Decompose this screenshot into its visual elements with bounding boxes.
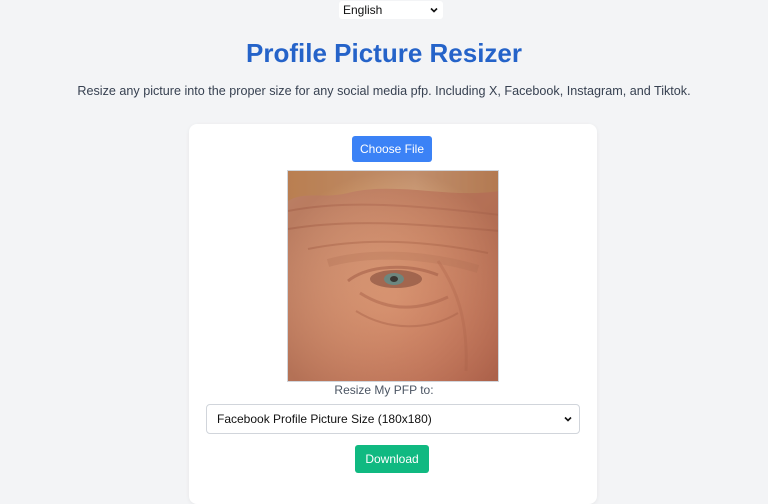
image-preview [287, 170, 499, 382]
chevron-down-icon [564, 416, 572, 422]
page-subtitle: Resize any picture into the proper size … [77, 84, 691, 98]
choose-file-button[interactable]: Choose File [352, 136, 432, 162]
chevron-down-icon [430, 7, 438, 13]
language-select[interactable]: English [339, 1, 443, 19]
profile-photo [288, 171, 498, 381]
size-select[interactable]: Facebook Profile Picture Size (180x180) [206, 404, 580, 434]
resize-label: Resize My PFP to: [334, 383, 434, 397]
download-button[interactable]: Download [355, 445, 429, 473]
size-select-value: Facebook Profile Picture Size (180x180) [217, 412, 432, 426]
page-title: Profile Picture Resizer [246, 38, 522, 68]
language-select-value: English [343, 3, 383, 17]
